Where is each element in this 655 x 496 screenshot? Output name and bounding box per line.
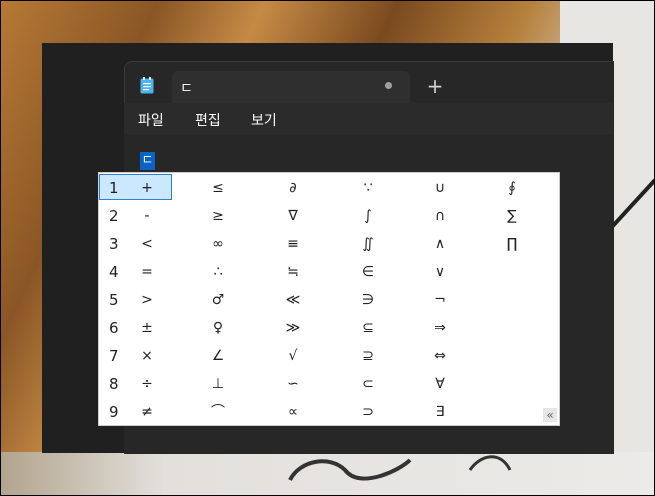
screenshot-border — [0, 0, 655, 496]
